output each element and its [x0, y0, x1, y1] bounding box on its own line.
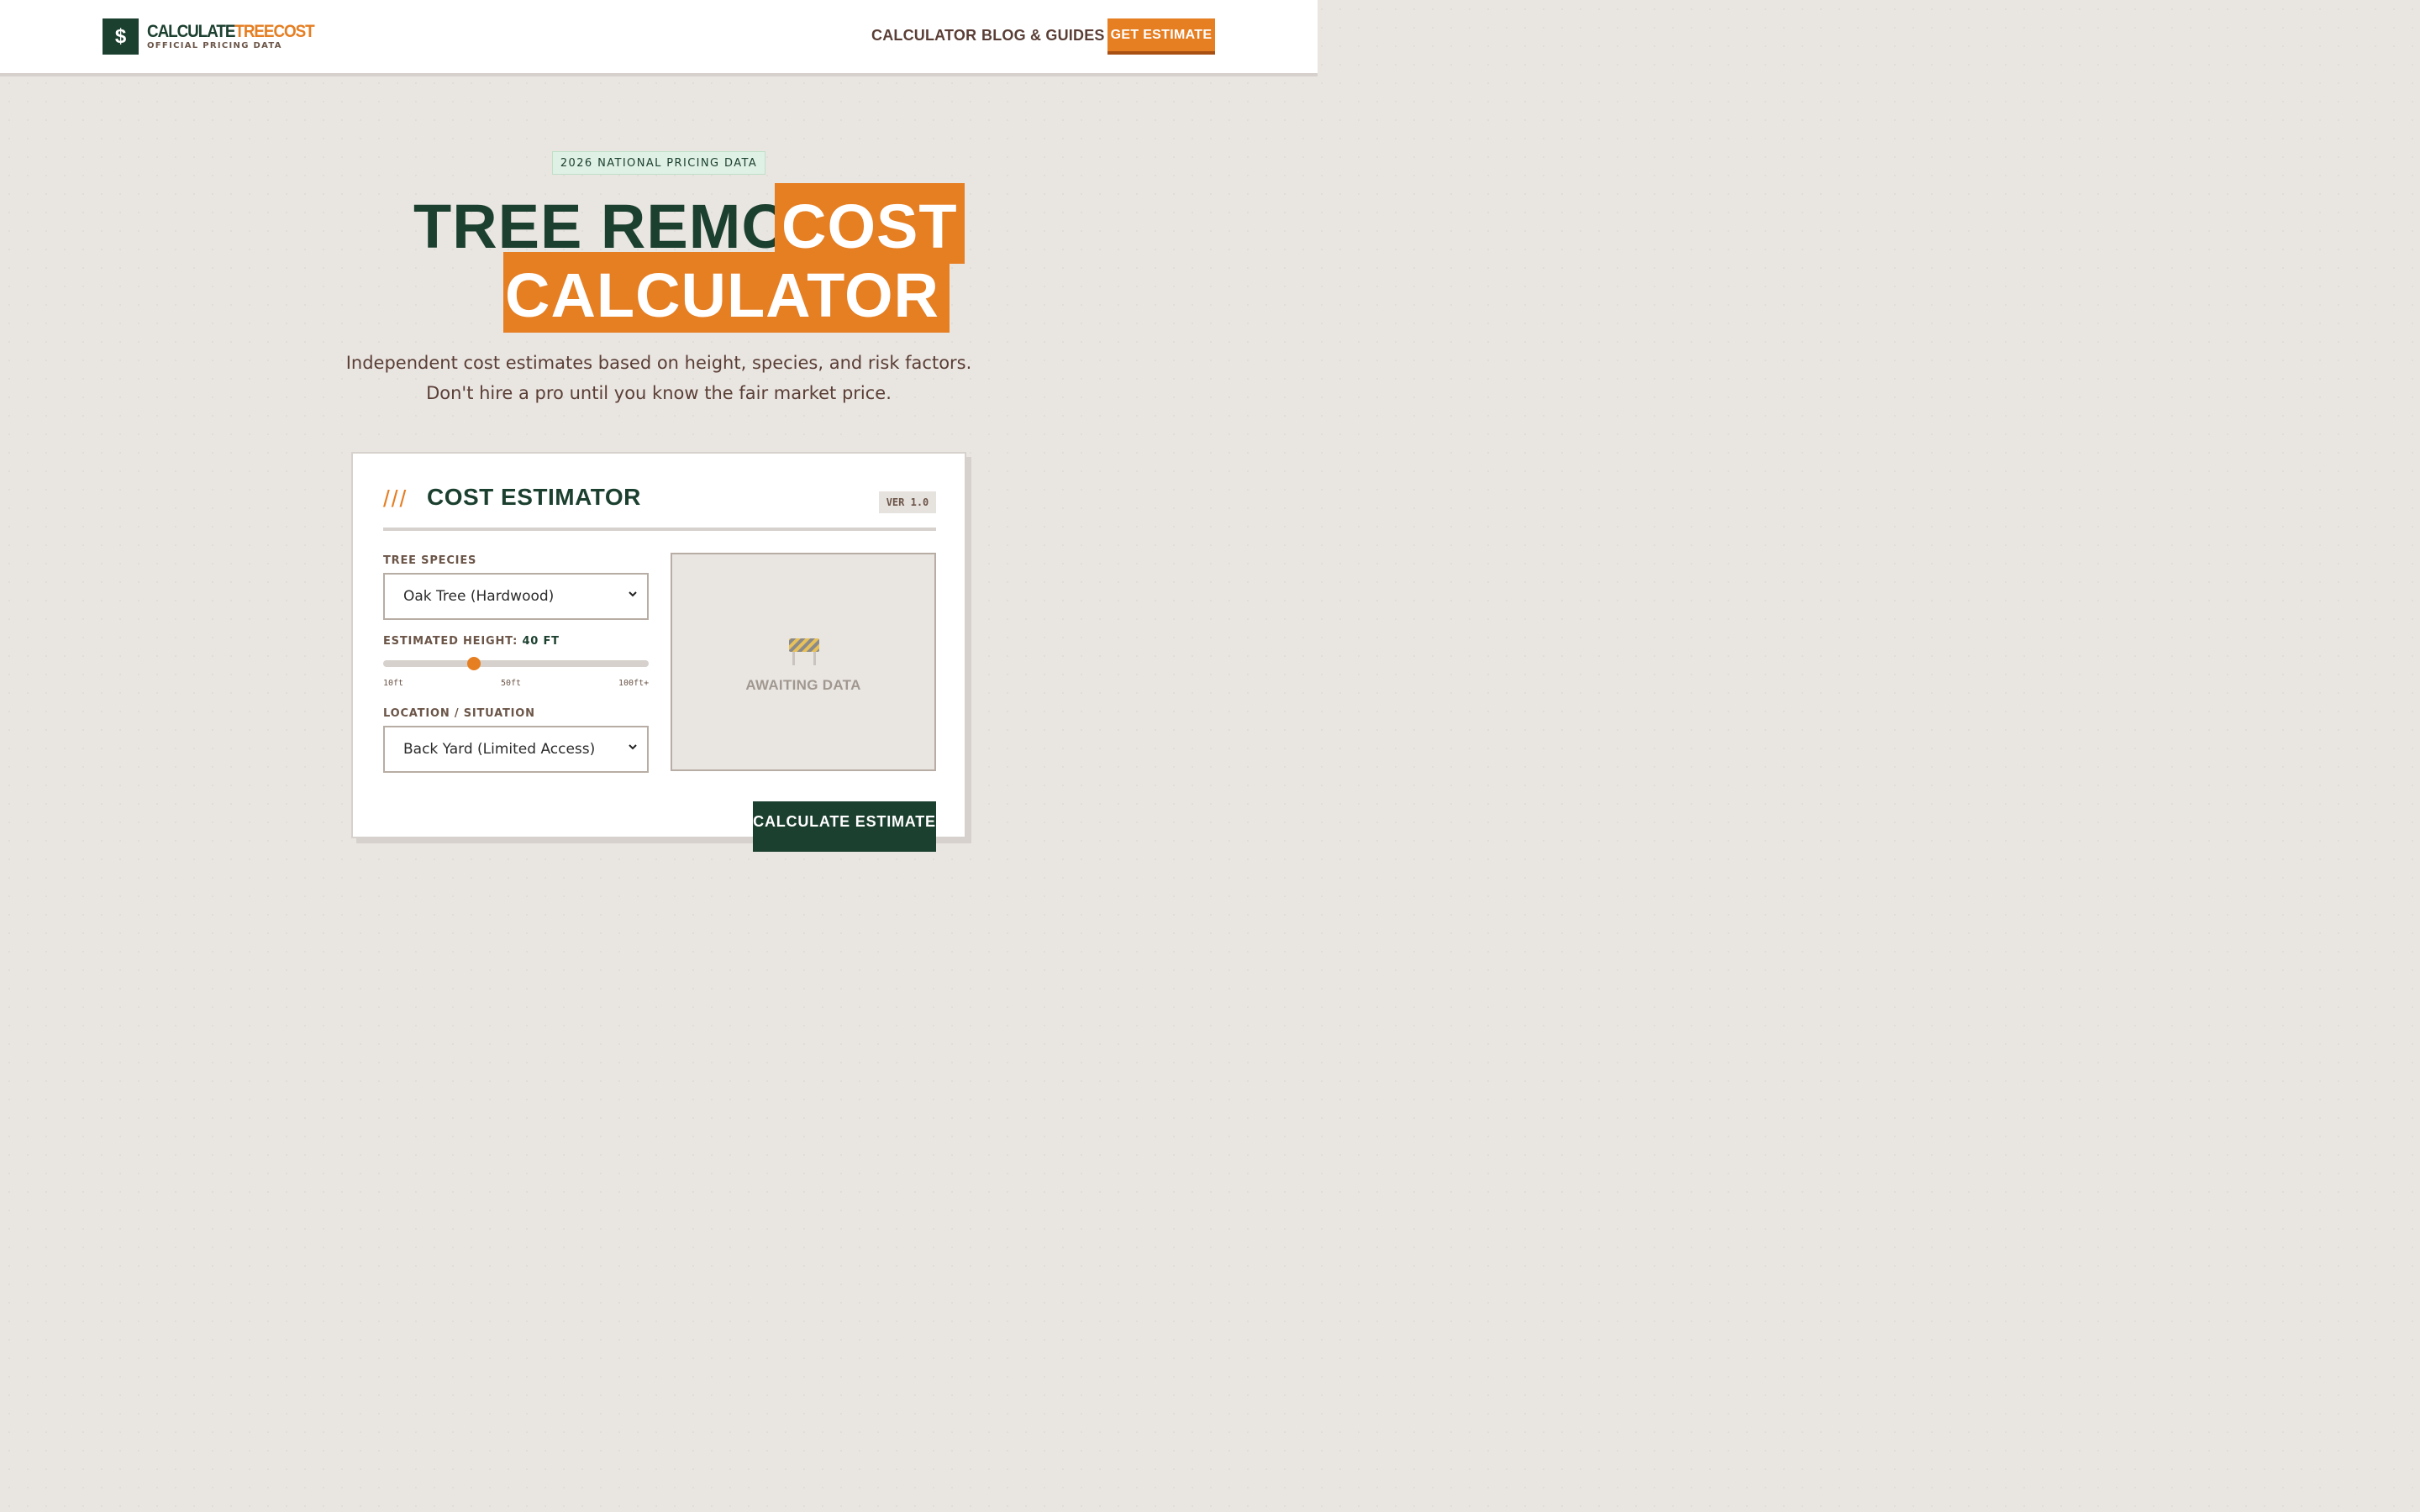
height-label: ESTIMATED HEIGHT: 40 FT: [383, 635, 560, 648]
chevron-down-icon: [629, 744, 637, 750]
tree-species-value: Oak Tree (Hardwood): [403, 588, 555, 605]
title-slashes: ///: [383, 486, 408, 512]
construction-barrier-icon: [789, 638, 819, 665]
logo-word-calculate: CALCULATE: [147, 21, 235, 41]
location-label: LOCATION / SITUATION: [383, 707, 535, 720]
get-estimate-button[interactable]: GET ESTIMATE: [1107, 18, 1215, 55]
height-tick-mid: 50ft: [501, 679, 522, 688]
cost-estimator-card: /// COST ESTIMATOR VER 1.0 TREE SPECIES …: [351, 452, 966, 852]
logo-tagline: OFFICIAL PRICING DATA: [147, 40, 282, 50]
height-slider-thumb[interactable]: [467, 657, 481, 670]
logo-wordmark: CALCULATETREECOST: [147, 21, 315, 41]
site-header: $ CALCULATETREECOST OFFICIAL PRICING DAT…: [0, 0, 1318, 76]
height-label-text: ESTIMATED HEIGHT:: [383, 635, 518, 648]
height-slider[interactable]: [383, 660, 649, 667]
height-value: 40 FT: [522, 635, 560, 648]
hero-title-highlight-calculator: CALCULATOR: [503, 252, 950, 333]
tree-species-select[interactable]: Oak Tree (Hardwood): [383, 573, 649, 620]
estimator-title: COST ESTIMATOR: [427, 484, 641, 510]
height-tick-min: 10ft: [383, 679, 404, 688]
logo-word-treecost: TREECOST: [234, 21, 314, 41]
location-select[interactable]: Back Yard (Limited Access): [383, 726, 649, 773]
title-divider: [383, 528, 936, 531]
nav-calculator[interactable]: CALCULATOR: [871, 27, 976, 45]
dollar-icon: $: [103, 18, 139, 55]
location-value: Back Yard (Limited Access): [403, 741, 596, 758]
hero-subtitle-line2: Don't hire a pro until you know the fair…: [426, 383, 892, 403]
height-tick-max: 100ft+: [618, 679, 650, 688]
nav-blog-guides[interactable]: BLOG & GUIDES: [981, 27, 1105, 45]
hero-subtitle-line1: Independent cost estimates based on heig…: [345, 353, 972, 373]
logo-text: CALCULATETREECOST OFFICIAL PRICING DATA: [147, 21, 333, 51]
estimate-result-panel: AWAITING DATA: [671, 553, 936, 771]
pricing-data-badge: 2026 NATIONAL PRICING DATA: [552, 151, 765, 175]
calculate-estimate-button[interactable]: CALCULATE ESTIMATE: [753, 801, 936, 852]
chevron-down-icon: [629, 591, 637, 597]
site-logo[interactable]: $ CALCULATETREECOST OFFICIAL PRICING DAT…: [103, 18, 333, 55]
awaiting-data-status: AWAITING DATA: [745, 677, 861, 693]
tree-species-label: TREE SPECIES: [383, 554, 477, 567]
version-badge: VER 1.0: [879, 491, 936, 513]
